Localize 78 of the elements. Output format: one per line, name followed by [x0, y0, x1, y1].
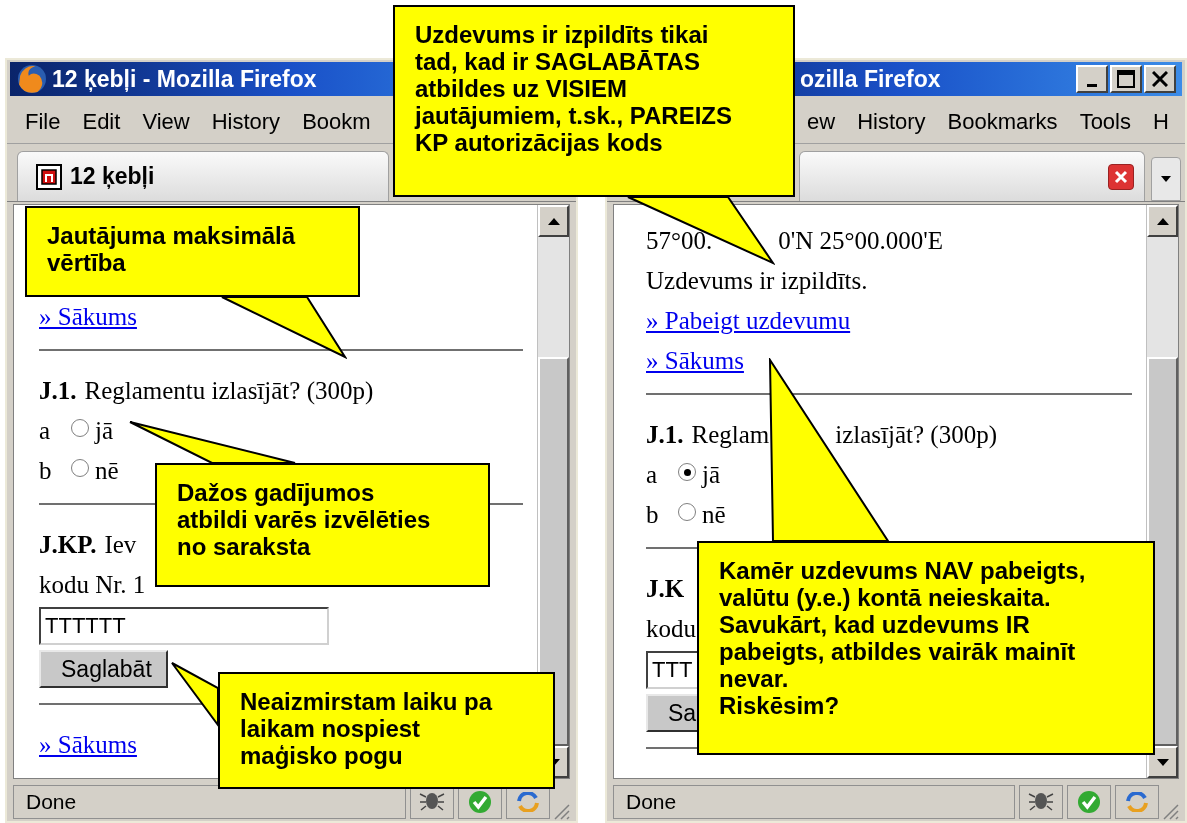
text: Uzdevums ir izpildīts. — [646, 266, 868, 297]
menu-item[interactable]: H — [1153, 105, 1169, 138]
link[interactable]: » Pabeigt uzdevumu — [646, 302, 851, 340]
callout-text: Uzdevums ir izpildīts tikai tad, kad ir SAGLABĀTAS atbildes uz VISIEM jautājumiem, t.sk., PAREIZS KP autorizācijas kods — [415, 21, 733, 156]
tab-list-button[interactable] — [1151, 157, 1181, 201]
radio-button[interactable] — [678, 503, 696, 521]
question-number: J.K — [646, 574, 685, 605]
callout-text: Kamēr uzdevums NAV pabeigts, valūtu (y.e.) kontā neieskaita. Savukārt, kad uzdevums IR pabeigts, atbildes vairāk mainīt nevar. Riskēsim? — [719, 557, 1087, 719]
option-label: jā — [702, 460, 721, 491]
option-label: nē — [95, 456, 119, 487]
bug-icon — [1028, 793, 1054, 811]
browser-logo-icon — [18, 65, 46, 93]
text: 0'N 25°00.000'E — [778, 226, 944, 257]
save-button[interactable]: Saglabāt — [39, 650, 168, 688]
menu-item[interactable]: Bookmarks — [947, 105, 1058, 138]
sync-arrows-icon — [517, 792, 539, 812]
tab-title: 12 ķebļi — [70, 162, 155, 192]
bug-icon — [419, 793, 445, 811]
menu-item[interactable]: ew — [807, 105, 836, 138]
question-number: J.1. — [39, 376, 77, 407]
question-number: J.KP. — [39, 530, 97, 561]
menu-item[interactable]: History — [857, 105, 926, 138]
menu-item[interactable]: Tools — [1079, 105, 1131, 138]
option-label: nē — [702, 500, 726, 531]
question-text: Reglamentu izlasījāt? (300p) — [84, 376, 374, 407]
status-text: Done — [613, 785, 1015, 819]
text: 57°00. — [646, 226, 713, 257]
radio-button[interactable] — [71, 459, 89, 477]
callout-text: Neaizmirstam laiku pa laikam nospiest maģisko pogu — [240, 688, 494, 769]
menu-item[interactable]: History — [211, 105, 281, 138]
window-title: ozilla Firefox — [800, 64, 941, 94]
option-label: jā — [95, 416, 114, 447]
window-title: 12 ķebļi - Mozilla Firefox — [52, 64, 317, 94]
close-icon — [1152, 71, 1168, 87]
tab-close-button[interactable] — [1108, 163, 1134, 190]
down-arrow-icon — [1156, 758, 1169, 766]
checkmark-icon — [469, 791, 491, 813]
close-button[interactable] — [1144, 65, 1176, 93]
question-text: Iev — [104, 530, 137, 561]
up-arrow-icon — [547, 217, 560, 225]
link[interactable]: » Sākums — [646, 342, 744, 380]
minimize-icon — [1087, 84, 1097, 87]
minimize-button[interactable] — [1076, 65, 1108, 93]
maximize-button[interactable] — [1110, 65, 1142, 93]
browser-tab[interactable]: 12 ķebļi — [17, 151, 389, 201]
browser-tab[interactable] — [799, 151, 1145, 201]
text: kodu — [646, 614, 696, 645]
sync-arrows-icon — [1126, 792, 1148, 812]
callout-text: Jautājuma maksimālā vērtība — [47, 222, 297, 276]
question-text: Reglam — [691, 420, 770, 451]
checkmark-icon — [1078, 791, 1100, 813]
menu-item[interactable]: File — [25, 105, 61, 138]
menu-item[interactable]: Edit — [82, 105, 121, 138]
menu-item[interactable]: View — [142, 105, 190, 138]
resize-grip-icon[interactable] — [554, 804, 570, 820]
option-letter: b — [39, 456, 53, 487]
option-letter: a — [646, 460, 659, 491]
close-icon — [1114, 169, 1128, 184]
radio-button[interactable] — [678, 463, 696, 481]
scroll-up-button[interactable] — [1147, 205, 1178, 237]
text: kodu Nr. 1 — [39, 570, 146, 601]
maximize-icon — [1117, 70, 1135, 88]
question-number: J.1. — [646, 420, 684, 451]
resize-grip-icon[interactable] — [1163, 804, 1179, 820]
input-field[interactable]: TTTTTT — [39, 607, 329, 645]
up-arrow-icon — [1156, 217, 1169, 225]
callout-text: Dažos gadījumos atbildi varēs izvēlēties no saraksta — [177, 479, 432, 560]
option-letter: b — [646, 500, 660, 531]
link[interactable]: » Sākums — [39, 298, 137, 336]
caret-icon — [1161, 176, 1171, 182]
radio-button[interactable] — [71, 419, 89, 437]
scroll-up-button[interactable] — [538, 205, 569, 237]
menu-item[interactable]: Bookm — [302, 105, 371, 138]
scroll-down-button[interactable] — [1147, 746, 1178, 778]
option-letter: a — [39, 416, 52, 447]
question-text: izlasījāt? (300p) — [835, 420, 997, 451]
site-favicon-icon — [36, 163, 62, 190]
link[interactable]: » Sākums — [39, 726, 137, 764]
